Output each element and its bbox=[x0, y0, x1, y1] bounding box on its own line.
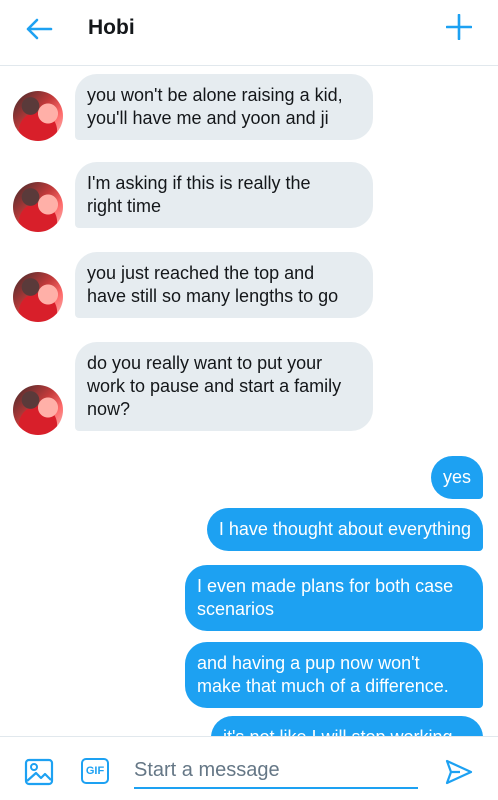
outgoing-message: and having a pup now won't make that muc… bbox=[185, 642, 483, 708]
message-line: do you really want to put your bbox=[87, 353, 323, 373]
message-line: yes bbox=[442, 467, 471, 487]
message-line: right time bbox=[87, 196, 162, 216]
avatar[interactable] bbox=[13, 91, 63, 141]
top-bar: Hobi bbox=[0, 0, 498, 66]
message-line: and having a pup now won't bbox=[197, 653, 420, 673]
incoming-message: I'm asking if this is really the right t… bbox=[75, 162, 373, 228]
message-line: make that much of a difference. bbox=[197, 676, 449, 696]
message-line: I have thought about everything bbox=[218, 519, 471, 539]
message-line: I even made plans for both case bbox=[197, 576, 454, 596]
message-line: you'll have me and yoon and ji bbox=[87, 108, 329, 128]
outgoing-message: I have thought about everything bbox=[206, 508, 483, 551]
gif-button[interactable]: GIF bbox=[81, 758, 109, 784]
conversation-title: Hobi bbox=[88, 16, 135, 39]
plus-icon bbox=[446, 14, 472, 40]
message-thread[interactable]: you won't be alone raising a kid, you'll… bbox=[0, 66, 498, 736]
avatar[interactable] bbox=[13, 385, 63, 435]
message-input[interactable] bbox=[134, 757, 418, 789]
outgoing-message: yes bbox=[430, 456, 483, 499]
send-icon bbox=[445, 759, 473, 785]
message-line: now? bbox=[87, 399, 131, 419]
incoming-message: you won't be alone raising a kid, you'll… bbox=[75, 74, 373, 140]
image-icon bbox=[24, 758, 54, 786]
incoming-message: do you really want to put your work to p… bbox=[75, 342, 373, 431]
message-line: work to pause and start a family bbox=[87, 376, 342, 396]
message-line: have still so many lengths to go bbox=[87, 286, 339, 306]
message-line: you just reached the top and bbox=[87, 263, 315, 283]
send-button[interactable] bbox=[444, 757, 474, 787]
back-button[interactable] bbox=[22, 14, 56, 44]
outgoing-message: it's not like I will stop working bbox=[211, 716, 483, 736]
avatar[interactable] bbox=[13, 272, 63, 322]
message-line: you won't be alone raising a kid, bbox=[87, 85, 343, 105]
avatar[interactable] bbox=[13, 182, 63, 232]
message-composer: GIF bbox=[0, 736, 498, 800]
add-button[interactable] bbox=[444, 12, 474, 42]
message-line: it's not like I will stop working bbox=[223, 726, 471, 736]
incoming-message: you just reached the top and have still … bbox=[75, 252, 373, 318]
outgoing-message: I even made plans for both case scenario… bbox=[185, 565, 483, 631]
message-line: scenarios bbox=[197, 599, 275, 619]
arrow-left-icon bbox=[26, 18, 53, 40]
add-media-button[interactable] bbox=[24, 757, 54, 787]
message-line: I'm asking if this is really the bbox=[87, 173, 311, 193]
